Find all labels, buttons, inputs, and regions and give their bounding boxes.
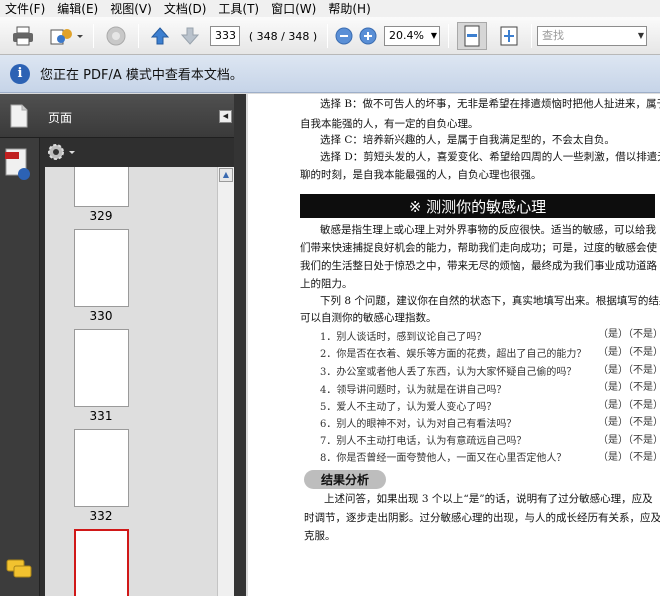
pages-panel-header: 页面 ◀	[0, 94, 246, 138]
stamp-icon	[106, 26, 126, 46]
thumbnail-label: 329	[89, 209, 113, 223]
doc-line: 可以自测你的敏感心理指数。	[300, 312, 437, 324]
doc-line: 时调节，逐步走出阴影。过分敏感心理的出现，与人的成长经历有关系，应及时	[304, 512, 660, 524]
doc-line: 聊的时刻，是自我本能最强的人，自负心理也很强。	[300, 169, 542, 181]
doc-line: 上述问答，如果出现 3 个以上“是”的话，说明有了过分敏感心理，应及	[324, 493, 653, 505]
toolbar: 333 ( 348 / 348 ) 20.4% ▼ 查找 ▼	[0, 17, 660, 55]
zoom-in-button[interactable]	[358, 26, 378, 46]
thumbnail-label: 331	[89, 409, 113, 423]
search-field[interactable]: 查找 ▼	[537, 26, 647, 46]
thumbnail-scrollbar[interactable]: ▲	[217, 167, 234, 596]
collapse-panel-button[interactable]: ◀	[219, 110, 232, 123]
chevron-down-icon: ▼	[430, 31, 437, 40]
comments-icon[interactable]	[6, 558, 32, 582]
menu-file[interactable]: 文件(F)	[0, 1, 52, 17]
info-text: 您正在 PDF/A 模式中查看本文档。	[40, 68, 243, 83]
answer-options: （是）（不是）	[598, 417, 660, 428]
doc-line: 我们的生活整日处于惊恐之中，带来无尽的烦恼，最终成为我们事业成功道路	[300, 260, 657, 272]
answer-options: （是）（不是）	[598, 435, 660, 446]
menu-document[interactable]: 文档(D)	[159, 1, 214, 17]
page-thumbnail[interactable]	[74, 229, 129, 307]
thumbnail-label: 330	[89, 309, 113, 323]
next-page-button[interactable]	[178, 25, 202, 47]
print-icon	[13, 26, 33, 46]
fit-width-icon	[500, 26, 518, 46]
answer-options: （是）（不是）	[598, 400, 660, 411]
section-heading: ※ 测测你的敏感心理	[300, 194, 655, 218]
pane-splitter[interactable]	[234, 94, 246, 596]
doc-line: 敏感是指生理上或心理上对外界事物的反应很快。适当的敏感，可以给我	[320, 224, 656, 236]
document-page: 选择 B：做不可告人的坏事，无非是希望在排遣烦恼时把他人扯进来，属于 自我本能强…	[248, 94, 660, 596]
doc-line: 上的阻力。	[300, 278, 353, 290]
options-button[interactable]	[45, 142, 81, 164]
answer-options: （是）（不是）	[598, 382, 660, 393]
full-screen-button[interactable]	[494, 22, 524, 50]
doc-line: 选择 C：培养新兴趣的人，是属于自我满足型的，不会太自负。	[320, 134, 615, 146]
page-count: ( 348 / 348 )	[248, 29, 318, 43]
page-number-input[interactable]: 333	[210, 26, 240, 46]
pdf-properties-icon[interactable]	[5, 148, 33, 182]
nav-rail	[0, 138, 40, 596]
chevron-down-icon: ▼	[637, 31, 644, 40]
page-thumbnail[interactable]	[74, 329, 129, 407]
page-thumbnails: 329 330 331 332	[45, 167, 217, 596]
navigation-pane: 页面 ◀ 329 330 331 332 ▲	[0, 94, 246, 596]
doc-line: 选择 B：做不可告人的坏事，无非是希望在排遣烦恼时把他人扯进来，属于	[320, 98, 660, 110]
result-tag: 结果分析	[304, 470, 386, 489]
thumbnail-label: 332	[89, 509, 113, 523]
info-icon: i	[10, 63, 30, 84]
stamp-button[interactable]	[102, 25, 130, 47]
menu-view[interactable]: 视图(V)	[105, 1, 159, 17]
collaborate-button[interactable]	[48, 25, 84, 47]
page-thumbnail[interactable]	[74, 167, 129, 207]
doc-line: 们带来快速捕捉良好机会的能力，帮助我们走向成功；可是，过度的敏感会使	[300, 242, 657, 254]
menu-window[interactable]: 窗口(W)	[266, 1, 323, 17]
single-page-view-button[interactable]	[457, 22, 487, 50]
doc-line: 选择 D：剪短头发的人，喜爱变化、希望给四周的人一些刺激，借以排遣无	[320, 151, 660, 163]
print-button[interactable]	[10, 25, 36, 47]
arrow-down-icon	[180, 27, 200, 45]
panel-title: 页面	[48, 111, 73, 125]
answer-options: （是）（不是）	[598, 347, 660, 358]
previous-page-button[interactable]	[148, 25, 172, 47]
doc-line: 自我本能强的人，有一定的自负心理。	[300, 118, 479, 130]
answer-options: （是）（不是）	[598, 329, 660, 340]
doc-line: 克服。	[304, 530, 336, 542]
share-icon	[50, 29, 83, 45]
zoom-select[interactable]: 20.4% ▼	[384, 26, 440, 46]
page-thumbnail-selected[interactable]	[74, 529, 129, 596]
menu-edit[interactable]: 编辑(E)	[52, 1, 105, 17]
doc-line: 下列 8 个问题，建议你在自然的状态下，真实地填写出来。根据填写的结果，	[320, 295, 660, 307]
pages-icon[interactable]	[10, 104, 28, 128]
plus-icon	[359, 27, 377, 45]
menu-tools[interactable]: 工具(T)	[213, 1, 266, 17]
search-placeholder: 查找	[542, 29, 564, 42]
minus-icon	[335, 27, 353, 45]
arrow-up-icon	[150, 27, 170, 45]
answer-options: （是）（不是）	[598, 452, 660, 463]
scroll-up-button[interactable]: ▲	[219, 168, 233, 182]
page-thumbnail[interactable]	[74, 429, 129, 507]
gear-icon	[48, 144, 75, 160]
zoom-out-button[interactable]	[334, 26, 354, 46]
page-fit-icon	[464, 25, 480, 47]
zoom-value: 20.4%	[389, 29, 424, 42]
menu-bar: 文件(F) 编辑(E) 视图(V) 文档(D) 工具(T) 窗口(W) 帮助(H…	[0, 0, 660, 17]
info-bar: i 您正在 PDF/A 模式中查看本文档。	[0, 55, 660, 93]
answer-options: （是）（不是）	[598, 365, 660, 376]
menu-help[interactable]: 帮助(H)	[323, 1, 377, 17]
